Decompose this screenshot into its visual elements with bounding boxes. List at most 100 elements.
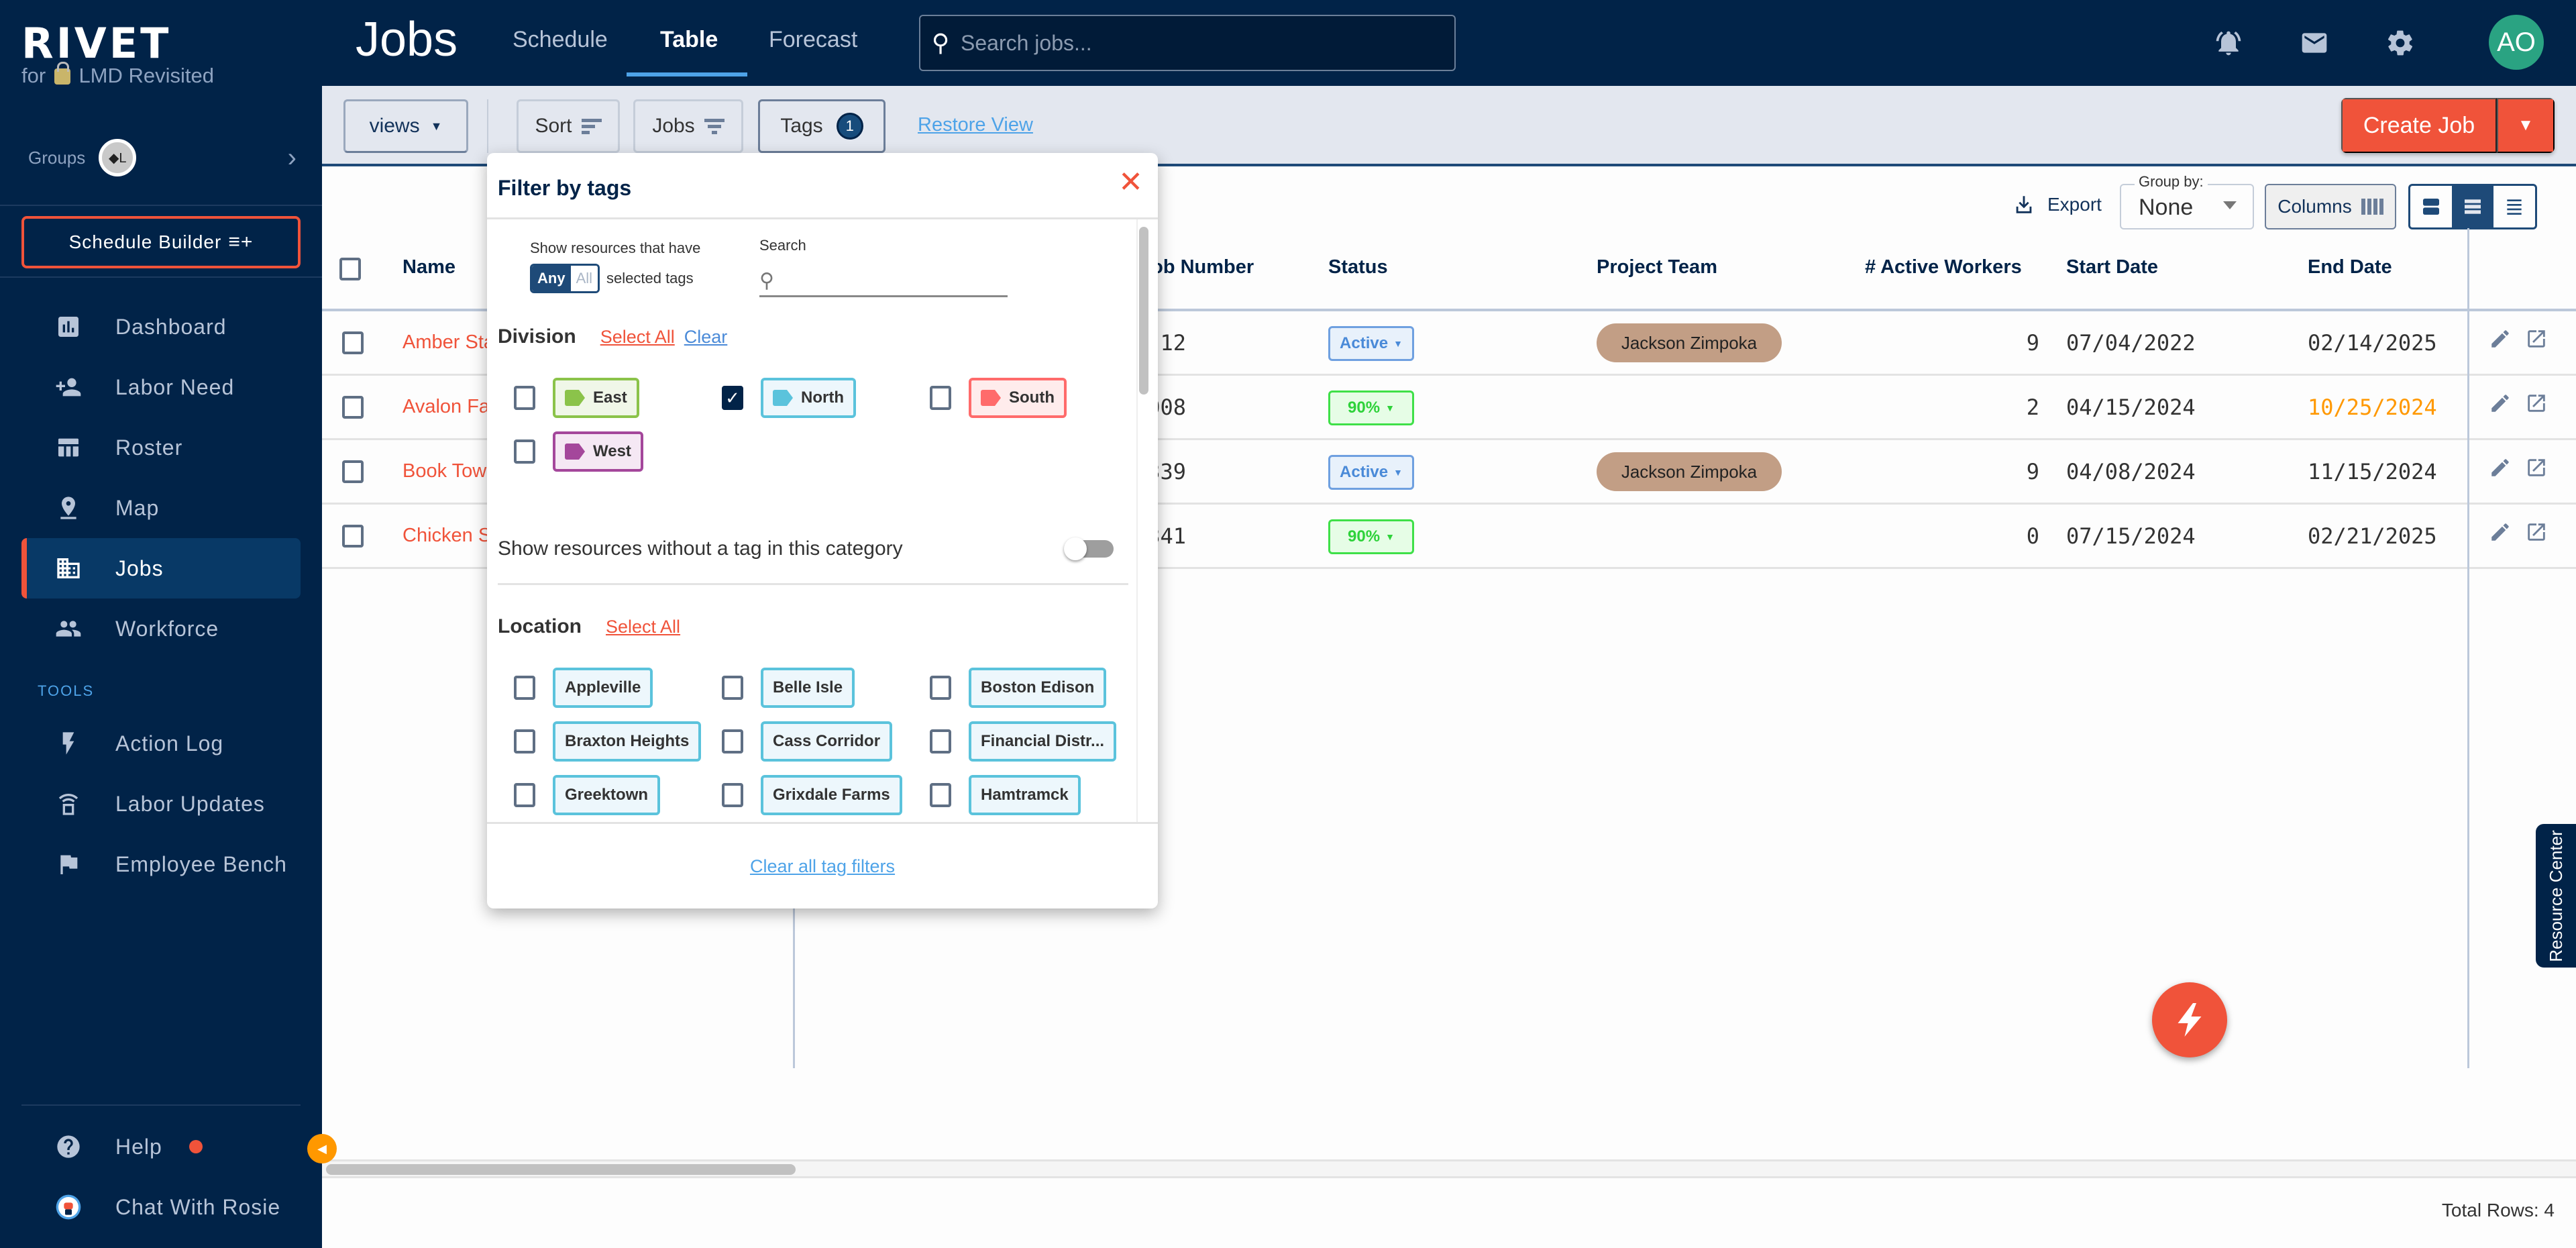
create-job-button[interactable]: Create Job [2341, 98, 2497, 153]
sidebar-item-help[interactable]: Help [21, 1116, 301, 1177]
density-standard-button[interactable] [2452, 186, 2493, 227]
messages-button[interactable] [2297, 25, 2332, 60]
location-select-all-link[interactable]: Select All [606, 617, 680, 637]
tag-checkbox[interactable] [722, 676, 743, 700]
edit-pencil-icon[interactable] [2489, 327, 2512, 350]
sidebar-item-workforce[interactable]: Workforce [21, 599, 301, 659]
edit-pencil-icon[interactable] [2489, 456, 2512, 479]
sidebar-item-dashboard[interactable]: Dashboard [21, 297, 301, 357]
tag-checkbox[interactable] [930, 676, 951, 700]
tag-chip[interactable]: North [761, 378, 856, 418]
division-select-all-link[interactable]: Select All [600, 327, 675, 348]
tag-checkbox[interactable] [514, 783, 535, 807]
schedule-builder-button[interactable]: Schedule Builder ≡+ [21, 216, 301, 268]
notifications-button[interactable] [2211, 25, 2246, 60]
column-header-name[interactable]: Name [402, 256, 455, 278]
sidebar-item-map[interactable]: Map [21, 478, 301, 538]
row-checkbox[interactable] [342, 396, 364, 419]
tag-chip[interactable]: Appleville [553, 668, 653, 708]
settings-button[interactable] [2383, 25, 2418, 60]
tag-checkbox[interactable] [930, 783, 951, 807]
edit-pencil-icon[interactable] [2489, 521, 2512, 543]
tags-filter-button[interactable]: Tags 1 [758, 99, 885, 153]
tag-chip[interactable]: Braxton Heights [553, 721, 702, 762]
sidebar-collapse-button[interactable]: ◀ [307, 1134, 337, 1163]
tag-chip[interactable]: Grixdale Farms [761, 775, 902, 815]
job-search-input[interactable] [961, 30, 1430, 56]
tag-chip[interactable]: Hamtramck [969, 775, 1081, 815]
tag-checkbox[interactable] [930, 729, 951, 753]
job-name-link[interactable]: Amber Sta [402, 331, 494, 354]
status-dropdown[interactable]: 90% ▼ [1328, 519, 1414, 554]
sidebar-item-roster[interactable]: Roster [21, 417, 301, 478]
untagged-toggle-switch[interactable] [1064, 537, 1115, 560]
tab-schedule[interactable]: Schedule [513, 27, 608, 53]
density-compact-button[interactable] [2493, 186, 2535, 227]
tab-forecast[interactable]: Forecast [769, 27, 857, 53]
job-name-link[interactable]: Avalon Fac [402, 396, 500, 418]
column-header-start-date[interactable]: Start Date [2066, 256, 2158, 278]
status-dropdown[interactable]: Active ▼ [1328, 455, 1414, 490]
column-header-project-team[interactable]: Project Team [1597, 256, 1717, 278]
tag-checkbox[interactable]: ✓ [722, 386, 743, 410]
tag-checkbox[interactable] [722, 783, 743, 807]
tag-checkbox[interactable] [514, 729, 535, 753]
tag-checkbox[interactable] [514, 386, 535, 410]
tag-chip[interactable]: East [553, 378, 639, 418]
division-clear-link[interactable]: Clear [684, 327, 728, 348]
jobs-filter-button[interactable]: Jobs [633, 99, 743, 153]
columns-button[interactable]: Columns [2265, 184, 2396, 229]
tag-chip[interactable]: Boston Edison [969, 668, 1107, 708]
density-comfortable-button[interactable] [2410, 186, 2452, 227]
tag-chip[interactable]: West [553, 431, 643, 472]
tag-chip[interactable]: Greektown [553, 775, 661, 815]
job-name-link[interactable]: Chicken Sl [402, 525, 496, 547]
tag-chip[interactable]: Financial Distr... [969, 721, 1117, 762]
horizontal-scrollbar[interactable] [322, 1159, 2576, 1178]
tag-checkbox[interactable] [514, 439, 535, 464]
open-in-new-icon[interactable] [2525, 392, 2548, 415]
column-header-status[interactable]: Status [1328, 256, 1388, 278]
groups-selector[interactable]: Groups ◆L › [28, 138, 297, 178]
resource-center-tab[interactable]: Resource Center [2536, 824, 2576, 968]
export-button[interactable]: Export [2012, 193, 2102, 216]
row-checkbox[interactable] [342, 331, 364, 354]
clear-all-tag-filters-link[interactable]: Clear all tag filters [750, 856, 895, 877]
scrollbar-thumb[interactable] [326, 1164, 796, 1175]
sidebar-item-employee-bench[interactable]: Employee Bench [21, 834, 301, 894]
sidebar-item-action-log[interactable]: Action Log [21, 713, 301, 774]
match-all-option[interactable]: All [570, 266, 598, 291]
edit-pencil-icon[interactable] [2489, 392, 2512, 415]
status-dropdown[interactable]: 90% ▼ [1328, 391, 1414, 425]
tab-table[interactable]: Table [660, 27, 718, 53]
restore-view-link[interactable]: Restore View [918, 114, 1033, 136]
select-all-checkbox[interactable] [339, 258, 361, 280]
sidebar-item-chat-with-rosie[interactable]: Chat With Rosie [21, 1177, 301, 1237]
group-by-select[interactable]: Group by: None [2120, 173, 2254, 229]
sidebar-item-labor-need[interactable]: Labor Need [21, 357, 301, 417]
tag-checkbox[interactable] [930, 386, 951, 410]
match-any-option[interactable]: Any [532, 266, 571, 291]
row-checkbox[interactable] [342, 525, 364, 548]
job-name-link[interactable]: Book Towe [402, 460, 497, 482]
open-in-new-icon[interactable] [2525, 456, 2548, 479]
quick-action-fab[interactable] [2152, 982, 2227, 1057]
open-in-new-icon[interactable] [2525, 521, 2548, 543]
user-avatar[interactable]: AO [2489, 15, 2544, 70]
sidebar-item-jobs[interactable]: Jobs [21, 538, 301, 599]
open-in-new-icon[interactable] [2525, 327, 2548, 350]
tag-chip[interactable]: South [969, 378, 1067, 418]
project-team-chip[interactable]: Jackson Zimpoka [1597, 323, 1782, 362]
create-job-menu-button[interactable]: ▼ [2497, 98, 2555, 153]
tag-checkbox[interactable] [514, 676, 535, 700]
column-header-end-date[interactable]: End Date [2308, 256, 2392, 278]
row-checkbox[interactable] [342, 460, 364, 483]
sort-button[interactable]: Sort [517, 99, 620, 153]
tag-chip[interactable]: Belle Isle [761, 668, 855, 708]
views-dropdown[interactable]: views ▼ [343, 99, 468, 153]
sidebar-item-labor-updates[interactable]: Labor Updates [21, 774, 301, 834]
tag-checkbox[interactable] [722, 729, 743, 753]
tag-chip[interactable]: Cass Corridor [761, 721, 893, 762]
status-dropdown[interactable]: Active ▼ [1328, 326, 1414, 361]
column-header-active-workers[interactable]: # Active Workers [1865, 256, 2022, 278]
